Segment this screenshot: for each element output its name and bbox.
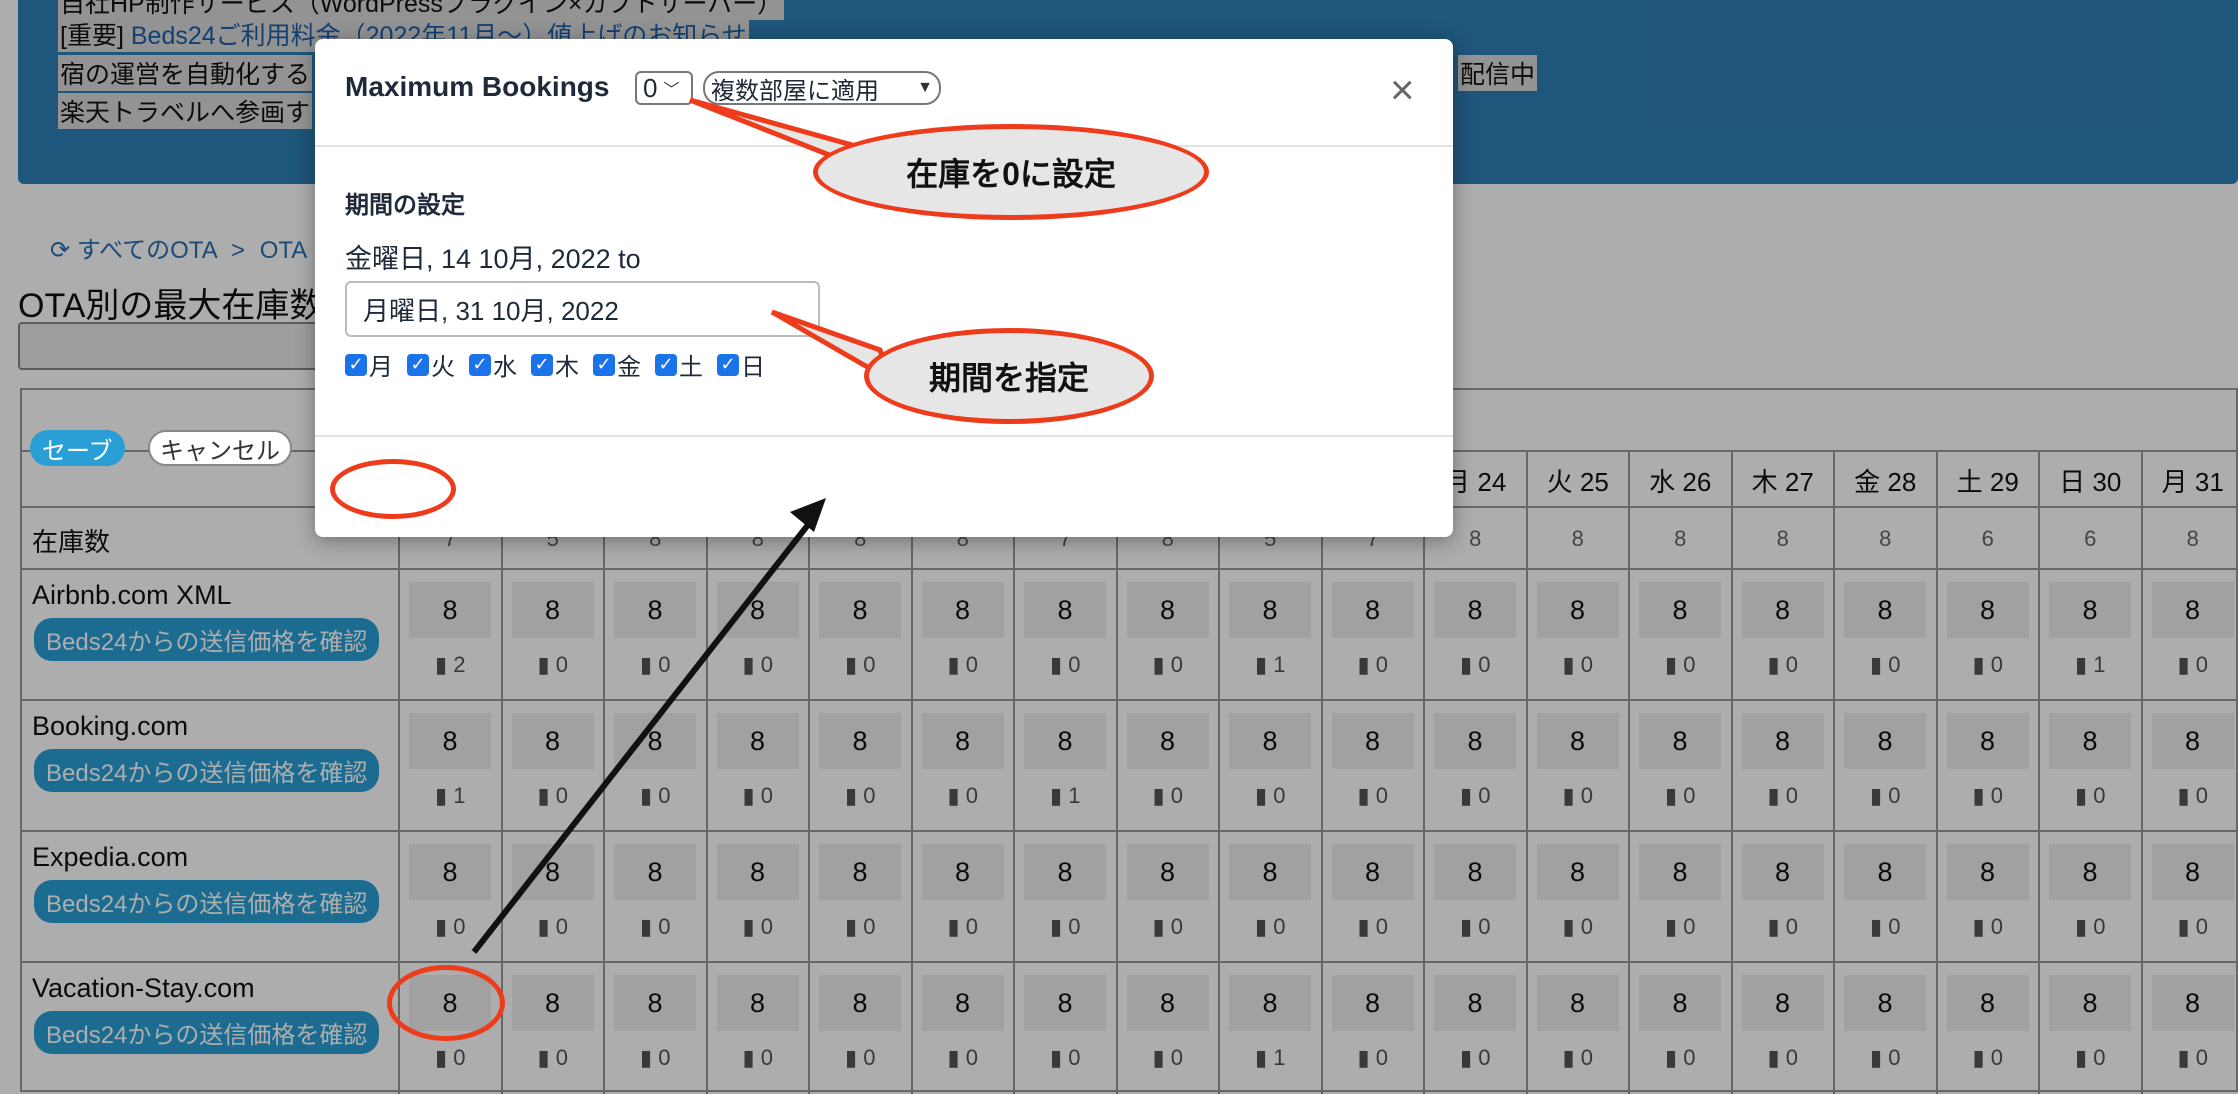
weekday-checkbox[interactable]: ✓ 月 (345, 347, 393, 382)
close-icon[interactable]: × (1390, 69, 1415, 111)
weekday-checkbox[interactable]: ✓ 土 (655, 347, 703, 382)
weekday-checkboxes: ✓ 月 ✓ 火 ✓ 水 ✓ 木 ✓ 金 ✓ 土 ✓ 日 (345, 347, 765, 382)
cancel-button[interactable]: キャンセル (148, 430, 292, 466)
checkbox-checked-icon[interactable]: ✓ (407, 353, 429, 376)
weekday-label: 金 (617, 354, 641, 381)
cell-highlight-ring (387, 965, 505, 1041)
weekday-label: 月 (369, 354, 393, 381)
save-button[interactable]: セーブ (30, 430, 125, 466)
apply-rooms-select[interactable]: 複数部屋に適用 ▼ (703, 71, 941, 105)
weekday-checkbox[interactable]: ✓ 日 (717, 347, 765, 382)
chevron-down-icon: ﹀ (663, 82, 680, 99)
weekday-checkbox[interactable]: ✓ 火 (407, 347, 455, 382)
weekday-label: 土 (679, 354, 703, 381)
weekday-label: 火 (431, 354, 455, 381)
weekday-label: 日 (741, 354, 765, 381)
weekday-checkbox[interactable]: ✓ 木 (531, 347, 579, 382)
checkbox-checked-icon[interactable]: ✓ (531, 353, 553, 376)
apply-rooms-value: 複数部屋に適用 (711, 77, 879, 105)
period-section-title: 期間の設定 (345, 192, 465, 219)
modal-title: Maximum Bookings (345, 71, 610, 102)
weekday-checkbox[interactable]: ✓ 金 (593, 347, 641, 382)
period-to-date-input[interactable]: 月曜日, 31 10月, 2022 (345, 281, 820, 337)
weekday-label: 木 (555, 354, 579, 381)
weekday-checkbox[interactable]: ✓ 水 (469, 347, 517, 382)
callout-set-stock: 在庫を0に設定 (813, 124, 1209, 220)
max-bookings-value: 0 (643, 72, 658, 103)
modal-footer (315, 437, 1453, 537)
modal-header: Maximum Bookings 0 ﹀ 複数部屋に適用 ▼ × (315, 39, 1453, 147)
caret-down-icon: ▼ (917, 79, 933, 96)
callout-set-period: 期間を指定 (864, 328, 1154, 424)
period-from-text: 金曜日, 14 10月, 2022 to (345, 244, 641, 274)
checkbox-checked-icon[interactable]: ✓ (593, 353, 615, 376)
checkbox-checked-icon[interactable]: ✓ (717, 353, 739, 376)
save-highlight-ring (330, 459, 456, 519)
max-bookings-modal: Maximum Bookings 0 ﹀ 複数部屋に適用 ▼ × 期間の設定 金… (315, 39, 1453, 537)
checkbox-checked-icon[interactable]: ✓ (469, 353, 491, 376)
weekday-label: 水 (493, 354, 517, 381)
checkbox-checked-icon[interactable]: ✓ (345, 353, 367, 376)
max-bookings-select[interactable]: 0 ﹀ (635, 71, 693, 105)
checkbox-checked-icon[interactable]: ✓ (655, 353, 677, 376)
